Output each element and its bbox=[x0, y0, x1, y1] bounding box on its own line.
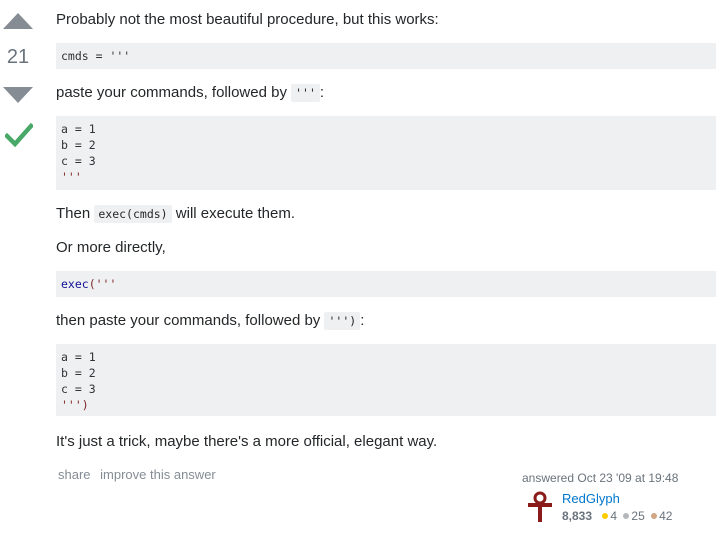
code-block-exec: exec(''' bbox=[56, 271, 716, 297]
bronze-badge-icon bbox=[651, 513, 658, 520]
post-menu: share improve this answer bbox=[58, 467, 222, 482]
downvote-arrow-icon[interactable] bbox=[3, 87, 33, 103]
gold-badge-icon bbox=[602, 513, 609, 520]
code-line: b = 2 bbox=[61, 138, 96, 152]
silver-badge-count: 25 bbox=[631, 509, 645, 523]
silver-badge-icon bbox=[623, 513, 630, 520]
code-line: c = 3 bbox=[61, 154, 96, 168]
username-link[interactable]: RedGlyph bbox=[562, 491, 620, 506]
code-line: c = 3 bbox=[61, 382, 96, 396]
code-block-assignments: a = 1 b = 2 c = 3 ''' bbox=[56, 116, 716, 190]
code-line: a = 1 bbox=[61, 350, 96, 364]
code-keyword: exec bbox=[61, 277, 89, 291]
user-signature: answered Oct 23 '09 at 19:48 RedGlyph 8,… bbox=[522, 471, 717, 523]
inline-code: ''') bbox=[324, 312, 361, 330]
answered-timestamp: answered Oct 23 '09 at 19:48 bbox=[522, 471, 679, 485]
share-link[interactable]: share bbox=[58, 467, 91, 482]
inline-code: ''' bbox=[291, 84, 320, 102]
code-block-assignments-2: a = 1 b = 2 c = 3 ''') bbox=[56, 344, 716, 416]
paragraph-then-paste: then paste your commands, followed by ''… bbox=[56, 312, 365, 330]
paragraph-intro: Probably not the most beautiful procedur… bbox=[56, 11, 439, 28]
code-line: ''' bbox=[61, 170, 82, 184]
gold-badge-count: 4 bbox=[610, 509, 618, 523]
paragraph-trick: It's just a trick, maybe there's a more … bbox=[56, 433, 438, 450]
accepted-checkmark-icon bbox=[5, 122, 33, 148]
code-line: cmds = ''' bbox=[61, 49, 131, 63]
vote-count: 21 bbox=[6, 46, 30, 68]
inline-code: exec(cmds) bbox=[94, 205, 172, 223]
user-flair: 8,833 4 25 42 bbox=[562, 509, 672, 523]
code-string: (''' bbox=[88, 277, 117, 291]
bronze-badge-count: 42 bbox=[659, 509, 673, 523]
code-line: a = 1 bbox=[61, 122, 96, 136]
code-line: ''') bbox=[61, 398, 89, 412]
paragraph-then: Then exec(cmds) will execute them. bbox=[56, 205, 295, 223]
code-block-cmds: cmds = ''' bbox=[56, 43, 716, 69]
reputation-score: 8,833 bbox=[562, 509, 593, 523]
code-line: b = 2 bbox=[61, 366, 96, 380]
paragraph-paste: paste your commands, followed by ''': bbox=[56, 84, 325, 102]
upvote-arrow-icon[interactable] bbox=[3, 13, 33, 29]
avatar[interactable] bbox=[524, 491, 556, 523]
paragraph-directly: Or more directly, bbox=[56, 239, 166, 256]
improve-answer-link[interactable]: improve this answer bbox=[100, 467, 216, 482]
